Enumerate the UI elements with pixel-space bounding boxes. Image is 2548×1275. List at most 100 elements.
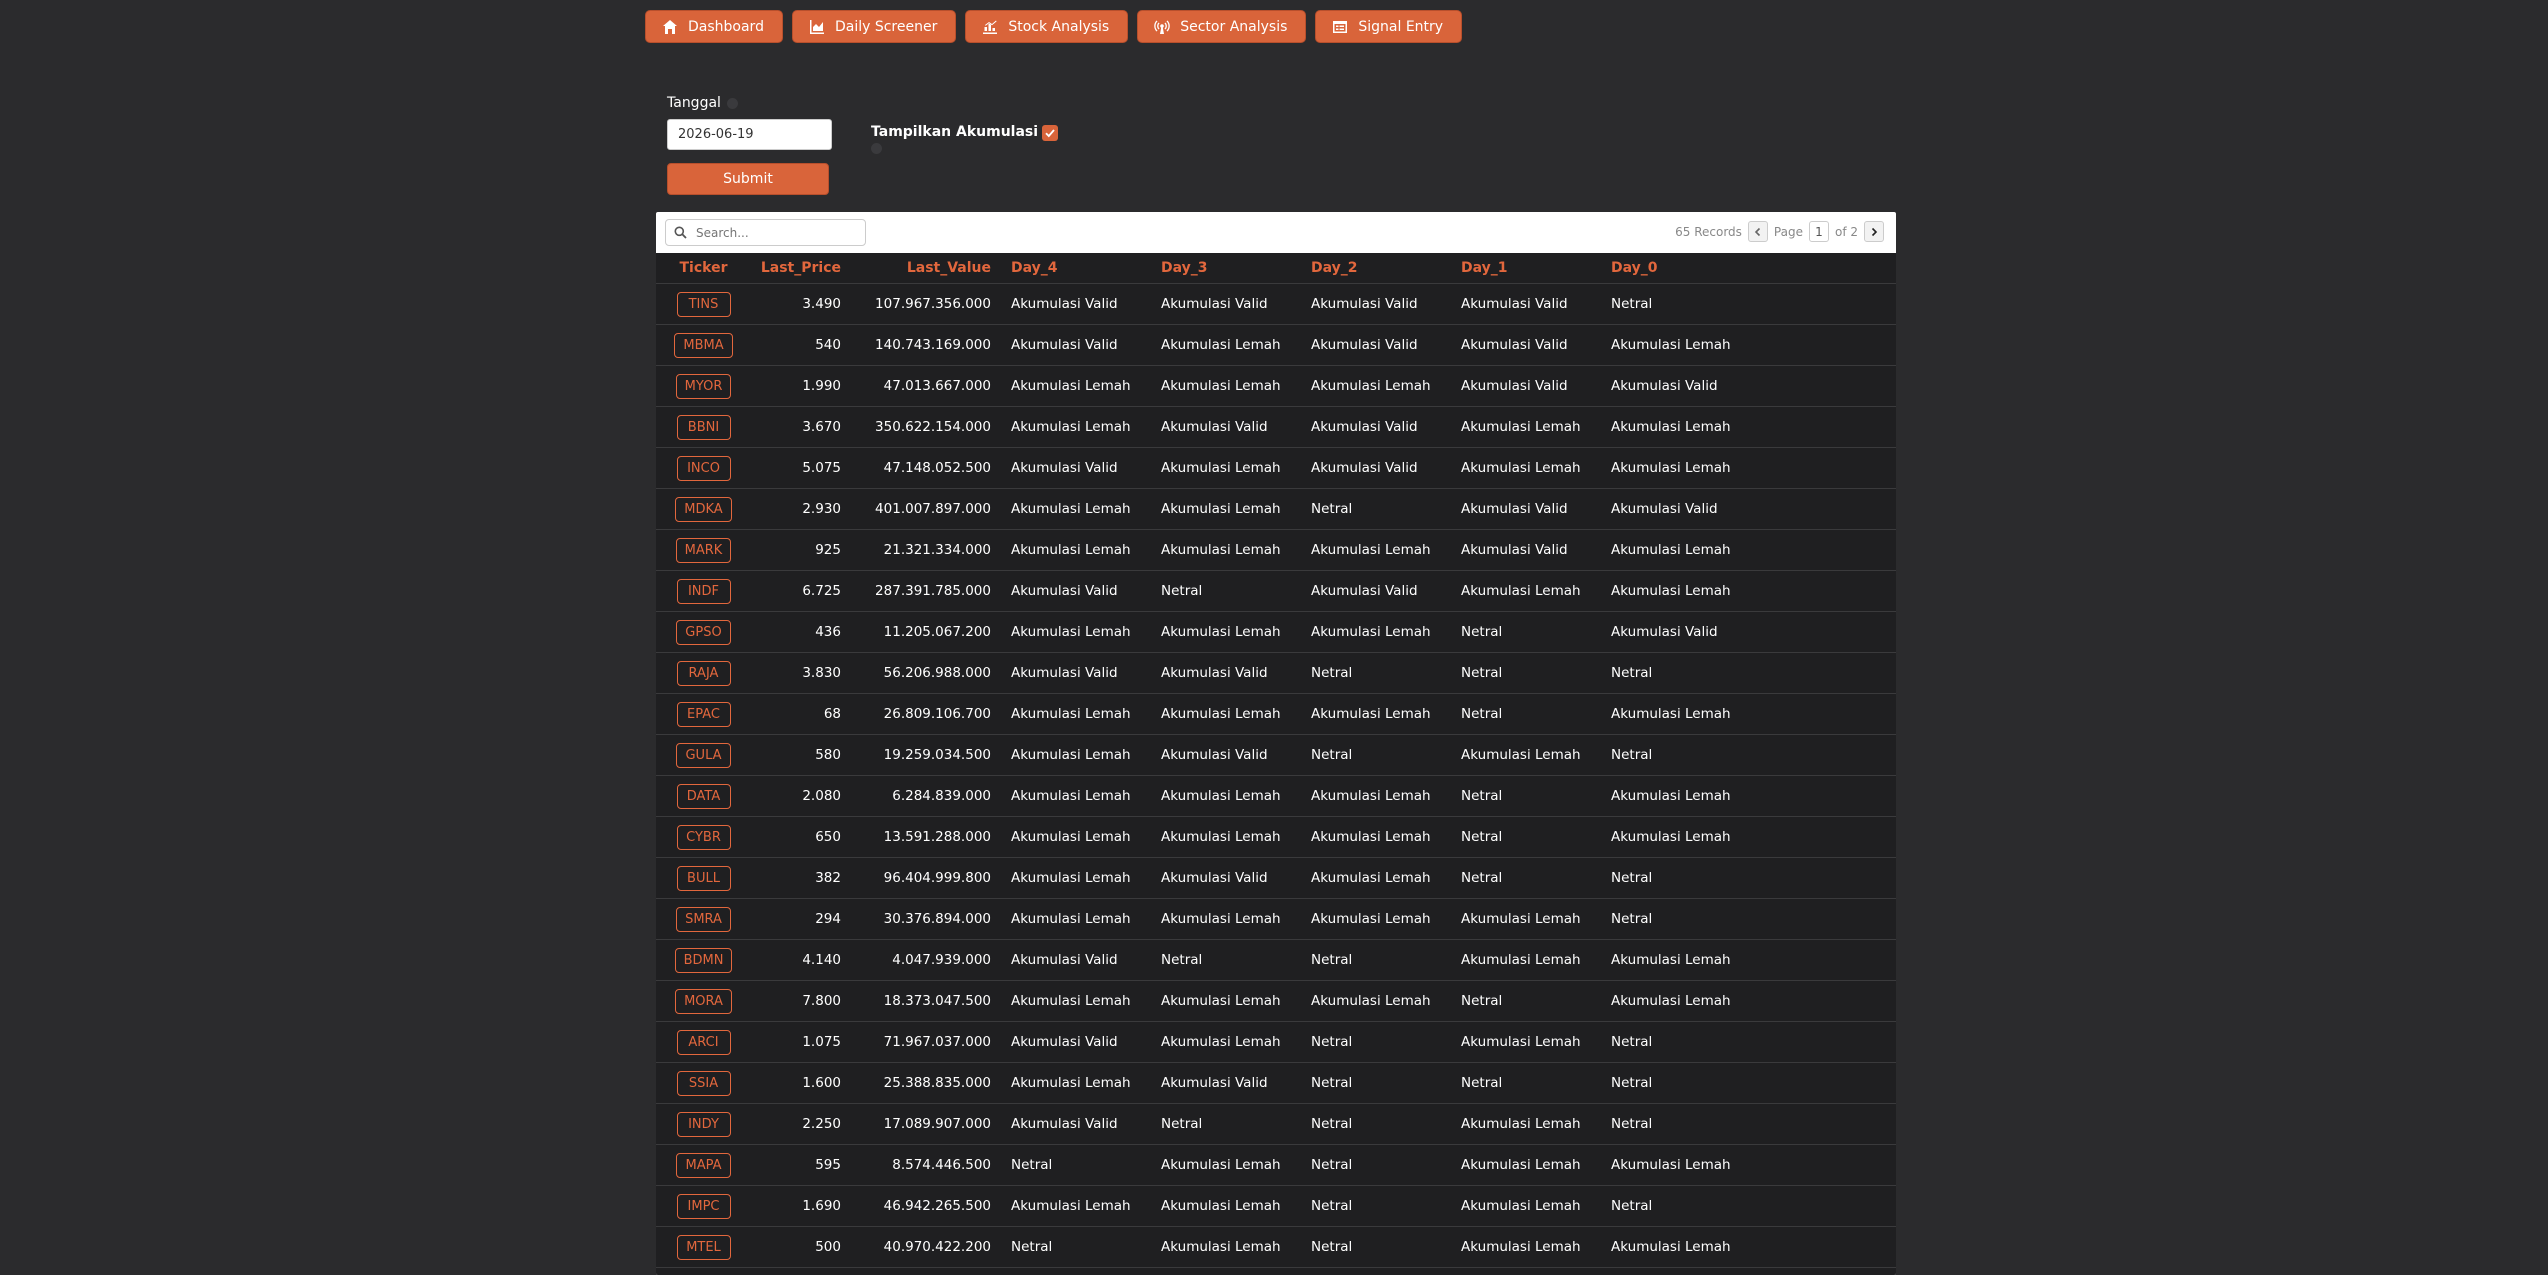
cell-day-3: Akumulasi Valid [1161,1062,1311,1104]
ticker-button[interactable]: CYBR [676,824,731,850]
nav-daily-screener-button[interactable]: Daily Screener [791,10,957,43]
ticker-button[interactable]: MYOR [675,373,732,399]
ticker-button[interactable]: BULL [676,865,731,891]
cell-day-0: Akumulasi Lemah [1611,693,1761,735]
ticker-button[interactable]: MAPA [676,1152,731,1178]
cell-day-4: Akumulasi Valid [991,570,1161,612]
ticker-button[interactable]: EPAC [676,701,731,727]
cell-day-0: Akumulasi Lemah [1611,1226,1761,1268]
cell-spacer [1761,529,1896,571]
prev-page-button[interactable] [1747,221,1768,242]
cell-day-0: Akumulasi Valid [1611,488,1761,530]
col-header-day-2[interactable]: Day_2 [1311,253,1461,284]
cell-day-3: Akumulasi Lemah [1161,447,1311,489]
table-row: MARK 925 21.321.334.000 Akumulasi Lemah Akum… [656,529,1896,571]
cell-last-price: 595 [751,1144,841,1186]
col-header-day-4[interactable]: Day_4 [991,253,1161,284]
accum-help-icon[interactable] [871,143,882,154]
col-header-day-0[interactable]: Day_0 [1611,253,1761,284]
nav-daily-screener-label: Daily Screener [834,18,938,35]
cell-day-3: Akumulasi Lemah [1161,488,1311,530]
nav-stock-analysis-button[interactable]: Stock Analysis [965,10,1129,43]
cell-last-price: 3.830 [751,652,841,694]
nav-signal-entry-button[interactable]: Signal Entry [1315,10,1463,43]
ticker-button[interactable]: MDKA [675,496,732,522]
ticker-button[interactable]: IMPC [676,1193,731,1219]
col-header-day-1[interactable]: Day_1 [1461,253,1611,284]
nav-sector-analysis-button[interactable]: Sector Analysis [1137,10,1307,43]
col-header-last-value[interactable]: Last_Value [841,253,991,284]
cell-day-1: Netral [1461,1062,1611,1104]
ticker-button[interactable]: MORA [675,988,732,1014]
chart-area-icon [809,19,824,34]
cell-ticker: BBNI [656,406,751,448]
results-panel: 65 Records Page 1 of 2 Ticker Last_Price… [656,212,1896,1275]
submit-button[interactable]: Submit [667,163,829,195]
ticker-button[interactable]: MTEL [676,1234,731,1260]
cell-day-4: Akumulasi Lemah [991,734,1161,776]
cell-day-4: Akumulasi Valid [991,324,1161,366]
nav-dashboard-button[interactable]: Dashboard [645,10,783,43]
next-page-button[interactable] [1864,221,1884,242]
col-header-ticker[interactable]: Ticker [656,253,751,284]
ticker-button[interactable]: DATA [676,783,731,809]
col-header-day-3[interactable]: Day_3 [1161,253,1311,284]
table-row: EPAC 68 26.809.106.700 Akumulasi Lemah Akumu… [656,693,1896,735]
ticker-button[interactable]: RAJA [676,660,731,686]
cell-day-0: Akumulasi Lemah [1611,980,1761,1022]
page-number-input[interactable]: 1 [1808,221,1829,242]
table-row: MORA 7.800 18.373.047.500 Akumulasi Lemah Ak… [656,980,1896,1022]
cell-day-2: Akumulasi Lemah [1311,816,1461,858]
cell-day-2: Netral [1311,1021,1461,1063]
accum-checkbox[interactable] [1042,125,1058,141]
cell-last-value: 25.388.835.000 [841,1062,991,1104]
cell-spacer [1761,693,1896,735]
ticker-button[interactable]: BDMN [674,947,733,973]
help-icon[interactable] [726,97,738,109]
col-header-last-price[interactable]: Last_Price [751,253,841,284]
cell-day-0: Netral [1611,734,1761,776]
ticker-button[interactable]: INDF [676,578,731,604]
ticker-button[interactable]: TINS [676,291,731,317]
cell-day-3: Akumulasi Valid [1161,734,1311,776]
cell-last-price: 1.690 [751,1185,841,1227]
cell-spacer [1761,1267,1896,1275]
cell-last-value: 46.942.265.500 [841,1185,991,1227]
cell-day-0: Akumulasi Lemah [1611,324,1761,366]
cell-ticker: SSIA [656,1062,751,1104]
ticker-button[interactable]: GULA [676,742,731,768]
cell-day-1: Netral [1461,652,1611,694]
ticker-button[interactable]: MBMA [674,332,733,358]
cell-day-4: Akumulasi Lemah [991,693,1161,735]
ticker-button[interactable]: BBNI [676,414,731,440]
cell-day-2: Netral [1311,1103,1461,1145]
table-row: SMRA 294 30.376.894.000 Akumulasi Lemah Akum… [656,898,1896,940]
table-row: BULL 382 96.404.999.800 Akumulasi Lemah Akum… [656,857,1896,899]
cell-last-value: 47.013.667.000 [841,365,991,407]
date-input[interactable] [667,119,832,150]
cell-day-0: Akumulasi Lemah [1611,529,1761,571]
table-row: GPSO 436 11.205.067.200 Akumulasi Lemah Akum… [656,611,1896,653]
search-input[interactable] [694,224,858,241]
cell-day-3: Netral [1161,939,1311,981]
cell-day-3: Akumulasi Lemah [1161,816,1311,858]
cell-spacer [1761,283,1896,325]
ticker-button[interactable]: ARCI [676,1029,731,1055]
cell-ticker: BDMN [656,939,751,981]
results-table: Ticker Last_Price Last_Value Day_4 Day_3… [656,253,1896,1275]
search-box[interactable] [665,219,866,246]
cell-last-price: 382 [751,857,841,899]
ticker-button[interactable]: INDY [676,1111,731,1137]
page-total: of 2 [1834,224,1858,239]
cell-day-3: Akumulasi Valid [1161,857,1311,899]
table-row: INDY 2.250 17.089.907.000 Akumulasi Valid Ne… [656,1103,1896,1145]
cell-last-value: 287.391.785.000 [841,570,991,612]
ticker-button[interactable]: INCO [676,455,731,481]
cell-ticker: MAPA [656,1144,751,1186]
ticker-button[interactable]: SSIA [676,1070,731,1096]
cell-day-4: Akumulasi Lemah [991,611,1161,653]
ticker-button[interactable]: MARK [675,537,732,563]
ticker-button[interactable]: SMRA [676,906,731,932]
cell-spacer [1761,1103,1896,1145]
ticker-button[interactable]: GPSO [676,619,731,645]
